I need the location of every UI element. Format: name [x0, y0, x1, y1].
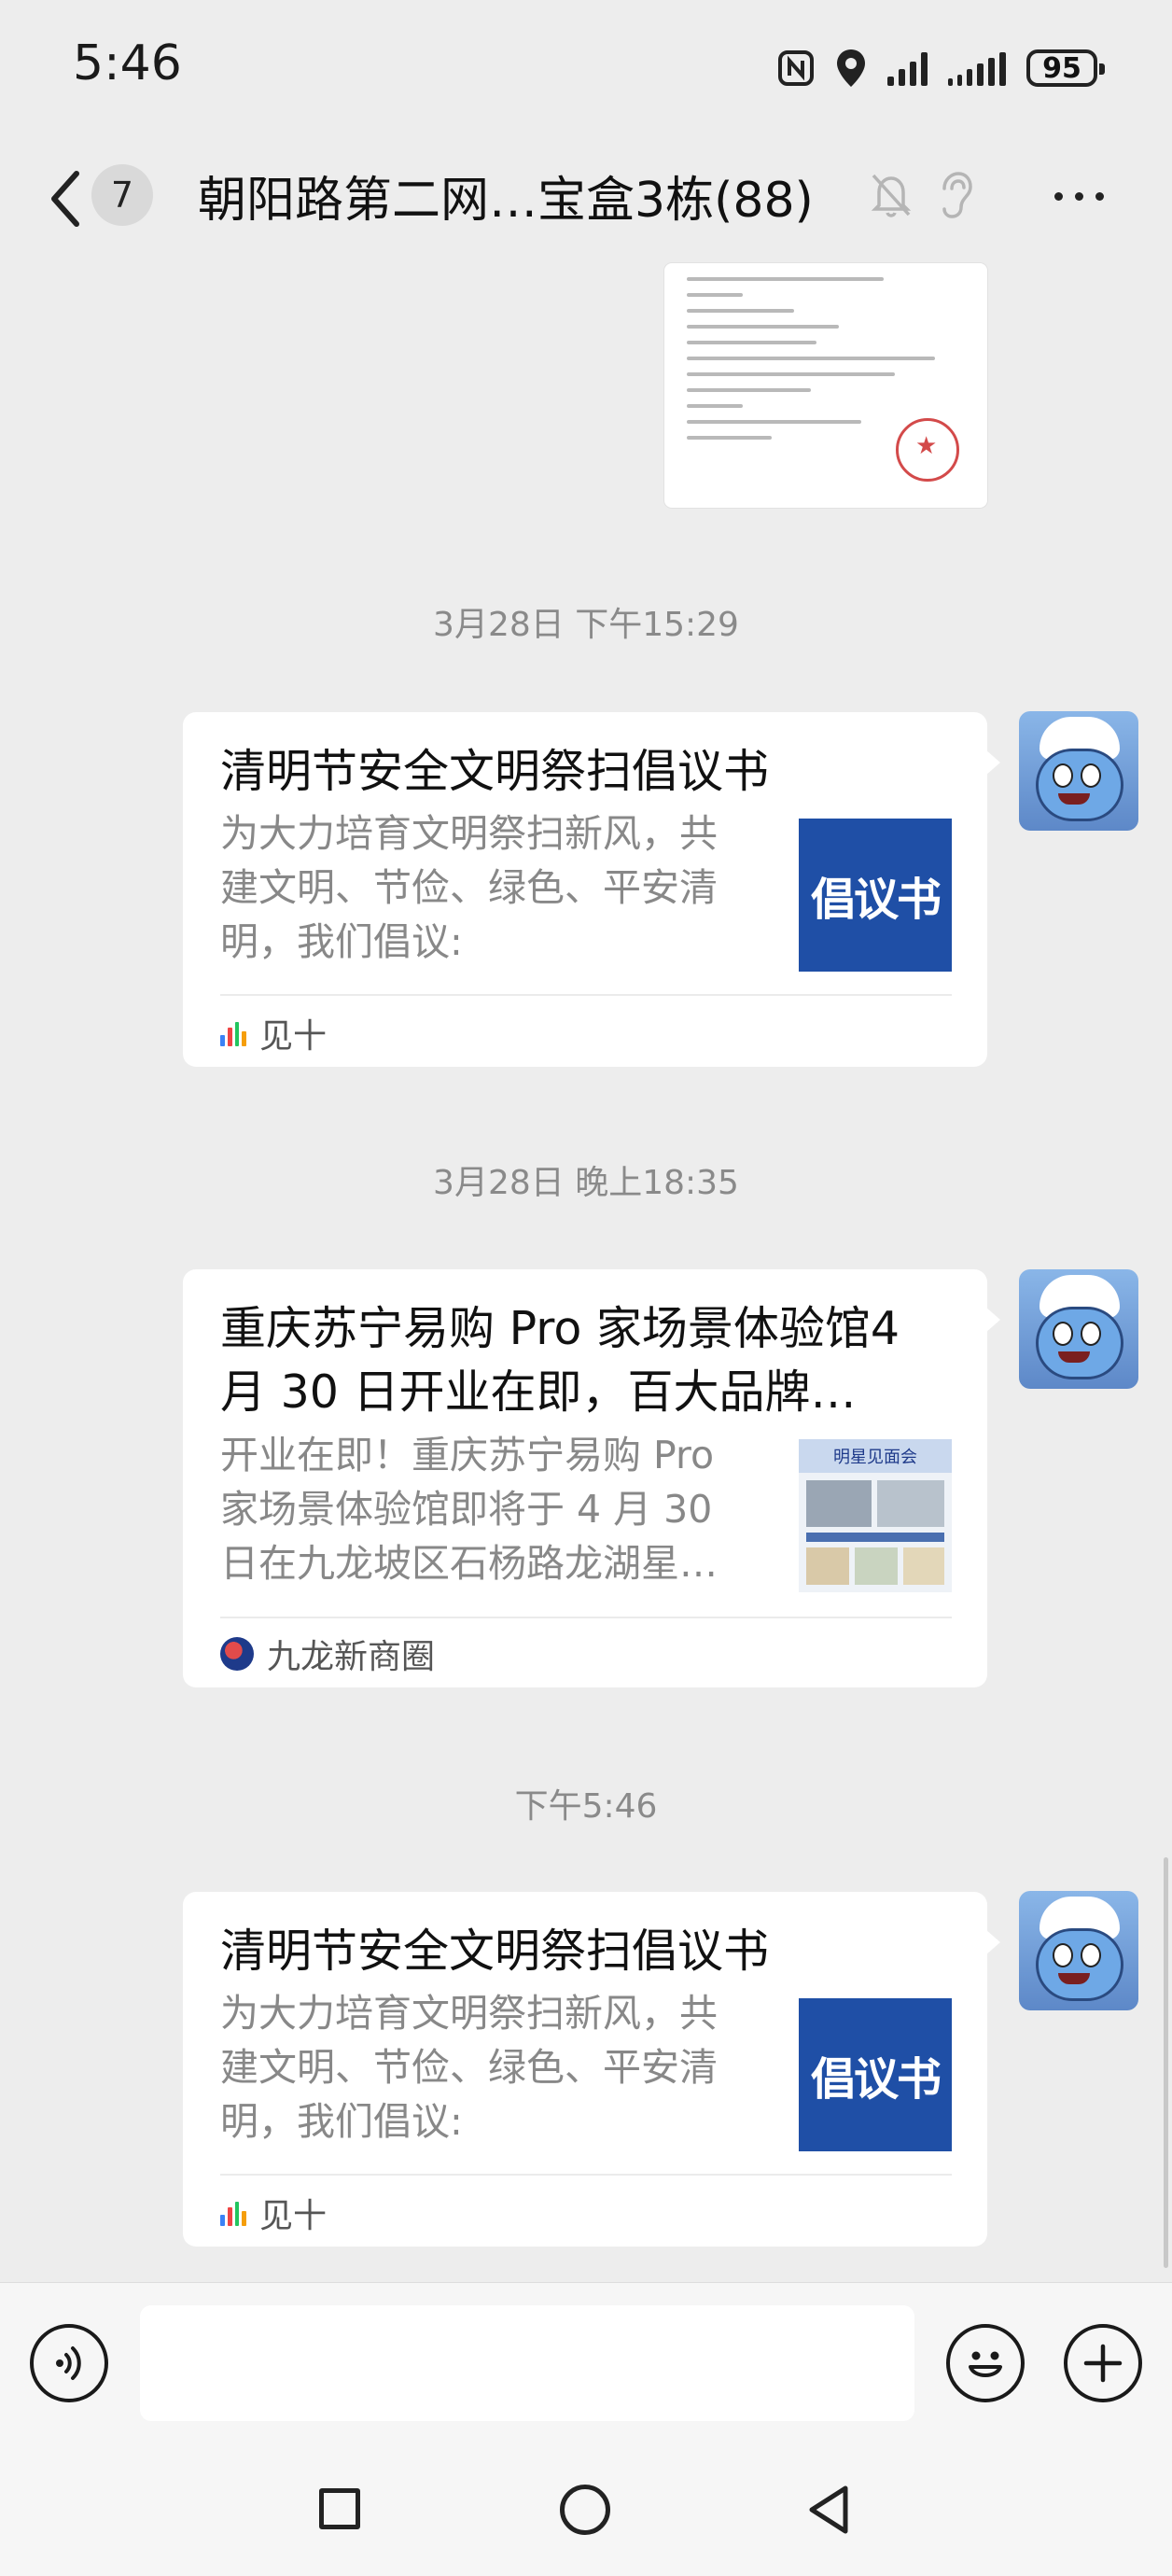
source-logo-icon: [220, 1020, 246, 1046]
bell-slash-icon: [871, 174, 912, 217]
card-description: 为大力培育文明祭扫新风，共建文明、节俭、绿色、平安清明，我们倡议:: [220, 811, 718, 964]
document-image-message[interactable]: [664, 263, 987, 508]
timestamp: 下午5:46: [514, 1787, 658, 1826]
card-source: 九龙新商圈: [220, 1630, 435, 1678]
card-description: 开业在即！重庆苏宁易购 Pro 家场景体验馆即将于 4 月 30 日在九龙坡区石…: [220, 1433, 718, 1586]
card-divider: [220, 2174, 952, 2176]
unread-count-badge[interactable]: 7: [91, 164, 153, 226]
status-icons: 95: [777, 45, 1105, 91]
card-divider: [220, 1617, 952, 1618]
status-bar: 5:46 95: [0, 0, 1172, 140]
card-thumbnail: 倡议书: [799, 1998, 952, 2151]
system-back-icon[interactable]: [804, 2483, 853, 2537]
document-text-lines: [687, 265, 969, 440]
nfc-icon: [778, 50, 814, 86]
card-thumbnail: 倡议书: [799, 819, 952, 972]
source-name: 九龙新商圈: [267, 1638, 436, 1676]
card-title: 重庆苏宁易购 Pro 家场景体验馆4 月 30 日开业在即，百大品牌…: [220, 1302, 900, 1419]
status-time: 5:46: [73, 35, 182, 91]
card-title: 清明节安全文明祭扫倡议书: [220, 1925, 770, 1978]
timestamp: 3月28日 晚上18:35: [433, 1164, 739, 1202]
card-divider: [220, 994, 952, 996]
battery-level: 95: [1042, 51, 1081, 85]
source-name: 见十: [259, 1017, 328, 1056]
avatar[interactable]: [1019, 1269, 1138, 1389]
scrollbar[interactable]: [1164, 1857, 1168, 2268]
link-card-message[interactable]: 清明节安全文明祭扫倡议书 为大力培育文明祭扫新风，共建文明、节俭、绿色、平安清明…: [183, 712, 1000, 1067]
recents-icon[interactable]: [319, 2488, 360, 2529]
signal-2-icon: [948, 50, 1006, 86]
plus-icon[interactable]: [1064, 2324, 1142, 2402]
location-icon: [837, 49, 865, 87]
battery-icon: 95: [1026, 49, 1105, 87]
source-logo-icon: [220, 2200, 246, 2226]
thumbnail-text: 明星见面会: [799, 1439, 952, 1473]
ellipsis-icon[interactable]: [1054, 177, 1129, 215]
card-description: 为大力培育文明祭扫新风，共建文明、节俭、绿色、平安清明，我们倡议:: [220, 1991, 718, 2144]
source-name: 见十: [259, 2197, 328, 2235]
source-logo-icon: [220, 1637, 254, 1671]
thumbnail-text: 倡议书: [810, 2053, 942, 2106]
smiley-icon[interactable]: [946, 2324, 1025, 2402]
link-card-message[interactable]: 清明节安全文明祭扫倡议书 为大力培育文明祭扫新风，共建文明、节俭、绿色、平安清明…: [183, 1892, 1000, 2247]
ear-icon: [942, 172, 972, 218]
link-card-message[interactable]: 重庆苏宁易购 Pro 家场景体验馆4 月 30 日开业在即，百大品牌… 开业在即…: [183, 1269, 1000, 1687]
timestamp: 3月28日 下午15:29: [433, 606, 739, 644]
home-icon[interactable]: [560, 2485, 610, 2535]
seal-stamp-icon: [896, 418, 959, 482]
card-thumbnail: 明星见面会: [799, 1439, 952, 1592]
avatar[interactable]: [1019, 711, 1138, 831]
avatar[interactable]: [1019, 1891, 1138, 2010]
message-input[interactable]: [140, 2305, 914, 2421]
card-title: 清明节安全文明祭扫倡议书: [220, 745, 770, 798]
thumbnail-text: 倡议书: [810, 874, 942, 926]
chat-title: 朝阳路第二网…宝盒3栋(88): [198, 173, 814, 229]
card-source: 见十: [220, 2189, 327, 2237]
card-source: 见十: [220, 1009, 327, 1057]
signal-icon: [887, 50, 928, 86]
voice-icon[interactable]: [30, 2324, 108, 2402]
chevron-left-icon[interactable]: [41, 166, 88, 231]
